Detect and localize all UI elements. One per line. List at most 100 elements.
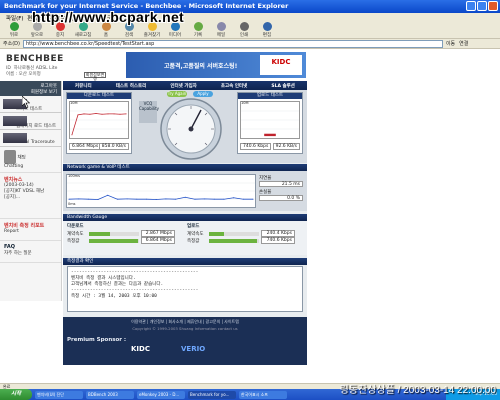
latency-point: [87, 198, 89, 200]
links-button[interactable]: 연결: [459, 40, 468, 47]
network-test-title: Network game & VoIP 테스트: [63, 164, 307, 171]
close-button[interactable]: [488, 1, 498, 11]
user-info: ID 하나로통신 ADSL Lite 이름 : 오산 오이정: [6, 66, 58, 77]
sidebar-item-traceroute[interactable]: Visual Traceroute: [0, 130, 61, 147]
history-button[interactable]: 기록: [188, 21, 208, 38]
speed-test-area: 다운로드 테스트 10M 6.864 Mbps 858.0 KB/s Try A…: [63, 90, 307, 163]
print-button[interactable]: 인쇄: [234, 21, 254, 38]
notice-item[interactable]: [공지]...: [4, 194, 57, 200]
bandwidth-download-head: 다운로드: [67, 224, 84, 229]
sidebar-item-webload[interactable]: 웹페이지 로드 테스트: [0, 113, 61, 130]
bandwidth-row: 측정값 6.864 Mbps: [67, 237, 182, 244]
ad-banner[interactable]: 고품격,고품질의 서버호스팅! KIDC: [126, 52, 306, 78]
banner-text: 고품격,고품질의 서버호스팅!: [164, 63, 238, 70]
edit-profile-button[interactable]: 회원정보변경: [84, 72, 106, 81]
benchbee-logo[interactable]: BENCHBEE: [6, 54, 64, 64]
network-readouts: 지연율 21.5 ms 손실율 0.0 %: [259, 175, 303, 203]
go-button[interactable]: 이동: [446, 40, 455, 47]
latency-point: [194, 198, 196, 200]
site-footer: 이용약관 | 개인정보 | 회사소개 | 제휴안내 | 광고문의 | 사이트맵 …: [63, 317, 307, 365]
bandwidth-row: 계약속도 240.4 Kbps: [187, 230, 302, 237]
traceroute-thumbnail: [3, 133, 27, 143]
vcq-capability: VCQ Capability: [139, 101, 159, 123]
bandwidth-title: Bandwidth Gauge: [63, 214, 307, 221]
latency-point: [97, 199, 99, 200]
latency-point: [155, 199, 157, 200]
notice-box: 벤치뉴스 (2003-03-14) [공지]KT VDSL 해남 [공지]...: [0, 173, 61, 219]
download-point: [113, 113, 115, 115]
tab-sla[interactable]: SLA 솔루션: [271, 83, 295, 89]
download-series-line: [71, 113, 127, 135]
tab-subscribers[interactable]: 인터넷 가입자: [170, 83, 196, 89]
back-button[interactable]: 뒤로: [4, 21, 24, 38]
latency-axis-top: 100ms: [68, 174, 80, 178]
bandwidth-fill: [89, 238, 138, 243]
address-bar: 주소(D) http://www.benchbee.co.kr/Speedtes…: [0, 39, 500, 49]
address-input[interactable]: http://www.benchbee.co.kr/Speedtest/Test…: [22, 39, 443, 48]
upload-panel: 업로드 테스트 10M 740.6 Kbps 92.6 KB/s: [237, 92, 303, 154]
history-icon: [193, 21, 203, 31]
mail-button[interactable]: 메일: [211, 21, 231, 38]
bandwidth-value: 740.6 Kbps: [261, 237, 295, 244]
download-point: [125, 113, 127, 115]
loss-value: 0.0 %: [259, 195, 303, 201]
download-point: [101, 113, 103, 115]
sponsor-label: Premium Sponsor :: [67, 337, 127, 343]
edit-icon: [262, 21, 272, 31]
taskbar-item[interactable]: 한국어표시 소프: [239, 390, 287, 399]
minimize-button[interactable]: [466, 1, 476, 11]
latency-point: [68, 198, 70, 200]
notice-heading: 벤치뉴스: [4, 177, 23, 183]
download-point: [71, 134, 73, 136]
upload-bar: [264, 133, 276, 137]
upload-kbps: 740.6 Kbps: [240, 143, 272, 150]
maximize-button[interactable]: [477, 1, 487, 11]
print-icon: [239, 21, 249, 31]
back-arrow-icon: [9, 21, 19, 31]
taskbar-item-active[interactable]: Benchmark for yo...: [188, 390, 236, 399]
tab-community[interactable]: 커뮤니티: [75, 83, 92, 89]
result-textarea[interactable]: ----------------------------------------…: [67, 266, 303, 312]
latency-point: [126, 198, 128, 200]
webload-thumbnail: [3, 116, 27, 126]
latency-point: [204, 198, 206, 200]
latency-point: [184, 196, 186, 198]
kidc-logo: KIDC: [260, 55, 302, 75]
chatting-link[interactable]: 채팅 Chatting: [0, 147, 61, 173]
latency-point: [165, 198, 167, 200]
report-box[interactable]: 벤치비 측정 리포트 Report: [0, 219, 61, 241]
footer-links[interactable]: 이용약관 | 개인정보 | 회사소개 | 제휴안내 | 광고문의 | 사이트맵: [63, 319, 307, 325]
edit-button[interactable]: 편집: [257, 21, 277, 38]
bandwidth-row: 측정값 740.6 Kbps: [187, 237, 302, 244]
download-point: [119, 113, 121, 115]
latency-point: [175, 198, 177, 200]
timestamp-overlay: 링동찬상상플 / 2003-03-14 22:00:00: [339, 385, 496, 396]
speedtest-main: 커뮤니티 테스트 히스토리 인터넷 가입자 초고속 인터넷 SLA 솔루션 다운…: [63, 81, 307, 317]
latency-value: 21.5 ms: [259, 181, 303, 187]
start-button[interactable]: 시작: [0, 389, 32, 400]
sidebar-item-speedtest[interactable]: 스피드 테스트: [0, 96, 61, 113]
faq-box[interactable]: FAQ 자주 하는 질문: [0, 241, 61, 263]
gauge-dial: [160, 98, 222, 160]
upload-chart: [240, 101, 300, 139]
latency-point: [242, 198, 244, 200]
address-label: 주소(D): [3, 41, 20, 47]
latency-chart: [66, 174, 256, 208]
chat-icon: [4, 150, 16, 164]
tab-history[interactable]: 테스트 히스토리: [116, 83, 147, 89]
tab-broadband[interactable]: 초고속 인터넷: [221, 83, 247, 89]
taskbar-item[interactable]: 벤치비(UI) 진단: [35, 390, 83, 399]
download-title: 다운로드 테스트: [67, 93, 131, 99]
taskbar-item[interactable]: eMonkey 2003 - D...: [137, 390, 185, 399]
sponsor-kidc-logo[interactable]: KIDC: [131, 345, 150, 353]
download-kbs: 858.0 KB/s: [98, 143, 129, 150]
taskbar-item[interactable]: BDBench 2003: [86, 390, 134, 399]
login-box[interactable]: 로그아웃 회원정보 보기: [0, 81, 61, 96]
bandwidth-fill: [89, 231, 110, 236]
download-axis-top: 10M: [70, 101, 78, 105]
sponsor-verio-logo[interactable]: VERIO: [181, 345, 205, 353]
bandwidth-area: 다운로드 계약속도 2.867 Mbps 측정값 6.864 Mbps 업로드 …: [63, 221, 307, 255]
mail-icon: [216, 21, 226, 31]
watermark-url: http://www.bcpark.net: [32, 9, 185, 25]
bandwidth-value: 2.867 Mbps: [141, 230, 175, 237]
